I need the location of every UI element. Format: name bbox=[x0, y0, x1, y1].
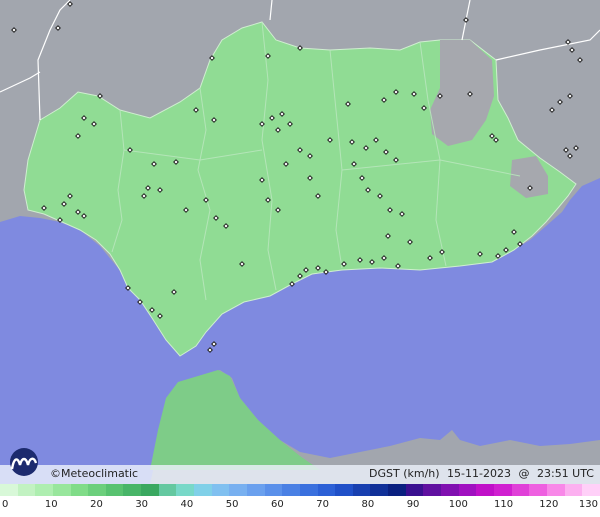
legend-swatch bbox=[388, 484, 406, 496]
map-readout: DGST (km/h) 15-11-2023 @ 23:51 UTC bbox=[365, 467, 594, 480]
legend-swatch bbox=[52, 484, 71, 496]
legend-swatch bbox=[317, 484, 336, 496]
legend-swatch bbox=[423, 484, 442, 496]
legend-swatch bbox=[0, 484, 18, 496]
meteoclimatic-logo bbox=[10, 448, 38, 476]
legend-swatch bbox=[441, 484, 459, 496]
legend-tick-label: 130 bbox=[578, 499, 598, 510]
legend-swatch bbox=[158, 484, 177, 496]
legend-swatch bbox=[194, 484, 212, 496]
legend-tick-label: 0 bbox=[2, 499, 9, 510]
legend-swatch bbox=[282, 484, 300, 496]
legend-color-bar bbox=[0, 484, 600, 496]
legend-tick-label: 50 bbox=[225, 499, 239, 510]
legend-swatch bbox=[335, 484, 353, 496]
legend-tick-label: 70 bbox=[316, 499, 329, 510]
legend-swatch bbox=[405, 484, 424, 496]
brand-name: Meteoclimatic bbox=[61, 467, 139, 480]
legend-swatch bbox=[564, 484, 583, 496]
legend-tick-label: 10 bbox=[44, 499, 58, 510]
legend-swatch bbox=[529, 484, 547, 496]
legend-swatch bbox=[511, 484, 530, 496]
legend-swatch bbox=[546, 484, 565, 496]
variable-label: DGST (km/h) bbox=[369, 467, 440, 480]
legend-swatch bbox=[264, 484, 283, 496]
legend-swatch bbox=[476, 484, 494, 496]
legend-tick-label: 40 bbox=[180, 499, 194, 510]
time-label: 23:51 UTC bbox=[536, 467, 594, 480]
legend-swatch bbox=[70, 484, 89, 496]
copyright-symbol: © bbox=[50, 467, 61, 480]
legend-swatch bbox=[141, 484, 159, 496]
legend-swatch bbox=[370, 484, 389, 496]
legend-tick-label: 110 bbox=[493, 499, 514, 510]
legend-swatch bbox=[246, 484, 265, 496]
wind-gust-map[interactable] bbox=[0, 0, 600, 484]
legend-tick-label: 100 bbox=[448, 499, 468, 510]
color-legend: 0 10 20 30 40 50 60 70 80 90 100 110 120 130 bbox=[0, 484, 600, 517]
legend-swatch bbox=[17, 484, 36, 496]
legend-swatch bbox=[352, 484, 371, 496]
legend-swatch bbox=[105, 484, 124, 496]
legend-swatch bbox=[88, 484, 106, 496]
legend-tick-label: 30 bbox=[135, 499, 149, 510]
legend-tick-labels: 0 10 20 30 40 50 60 70 80 90 100 110 120 130 bbox=[0, 499, 600, 515]
map-stage: ©Meteoclimatic DGST (km/h) 15-11-2023 @ … bbox=[0, 0, 600, 517]
brand-text: ©Meteoclimatic bbox=[50, 467, 138, 480]
legend-swatch bbox=[582, 484, 600, 496]
legend-swatch bbox=[211, 484, 230, 496]
legend-tick-label: 90 bbox=[406, 499, 420, 510]
legend-tick-label: 60 bbox=[271, 499, 284, 510]
legend-swatch bbox=[493, 484, 512, 496]
at-label: @ bbox=[518, 467, 530, 480]
legend-swatch bbox=[458, 484, 477, 496]
date-label: 15-11-2023 bbox=[447, 467, 511, 480]
legend-swatch bbox=[176, 484, 195, 496]
legend-swatch bbox=[123, 484, 142, 496]
legend-swatch bbox=[299, 484, 318, 496]
legend-swatch bbox=[229, 484, 247, 496]
legend-tick-label: 80 bbox=[361, 499, 375, 510]
legend-tick-label: 120 bbox=[539, 499, 559, 510]
legend-tick-label: 20 bbox=[90, 499, 103, 510]
legend-swatch bbox=[35, 484, 53, 496]
